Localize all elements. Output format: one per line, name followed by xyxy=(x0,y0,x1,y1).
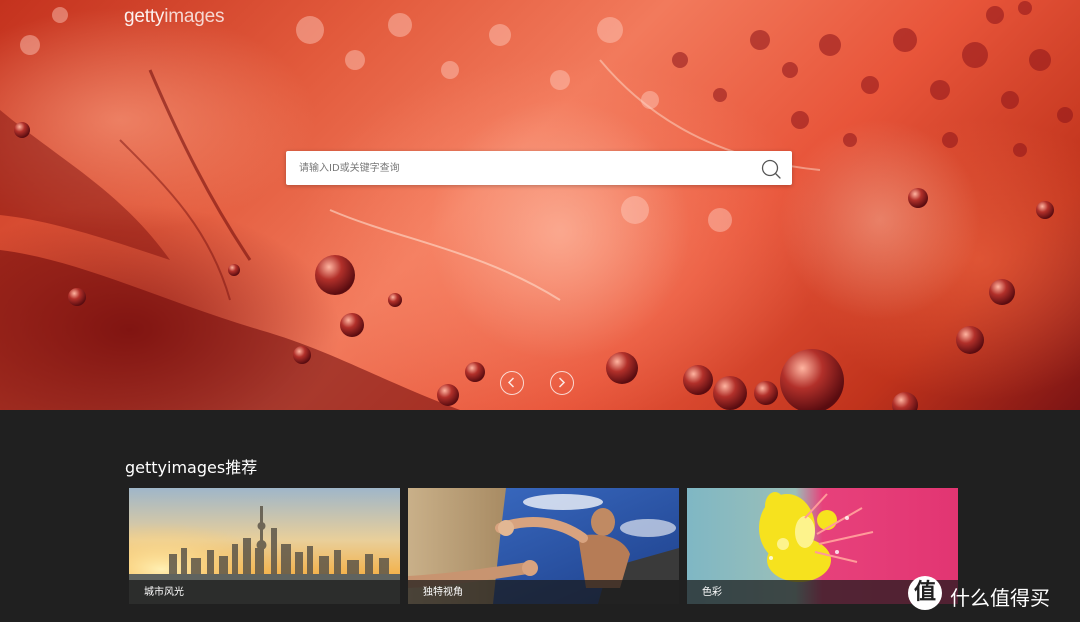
hero-banner: gettyimages xyxy=(0,0,1080,410)
card-caption: 城市风光 xyxy=(144,587,184,598)
chevron-left-icon xyxy=(507,377,515,388)
category-card-unique-perspective[interactable]: 独特视角 xyxy=(408,488,679,604)
search-icon[interactable] xyxy=(760,158,782,180)
recommendations-title: gettyimages推荐 xyxy=(125,458,258,477)
category-card-cityscape[interactable]: 城市风光 xyxy=(129,488,400,604)
watermark-text: 什么值得买 xyxy=(950,586,1050,610)
carousel-prev-button[interactable] xyxy=(500,371,524,395)
search-box xyxy=(286,151,792,185)
hero-background-image xyxy=(0,1,1073,410)
card-caption: 独特视角 xyxy=(423,587,463,598)
gettyimages-logo[interactable]: gettyimages xyxy=(124,6,224,28)
carousel-next-button[interactable] xyxy=(550,371,574,395)
logo-text-images: images xyxy=(164,6,225,27)
chevron-right-icon xyxy=(558,377,566,388)
watermark-badge: 值 xyxy=(908,576,942,610)
logo-text-getty: getty xyxy=(124,6,165,27)
search-input[interactable] xyxy=(286,151,746,185)
card-caption: 色彩 xyxy=(702,587,722,598)
